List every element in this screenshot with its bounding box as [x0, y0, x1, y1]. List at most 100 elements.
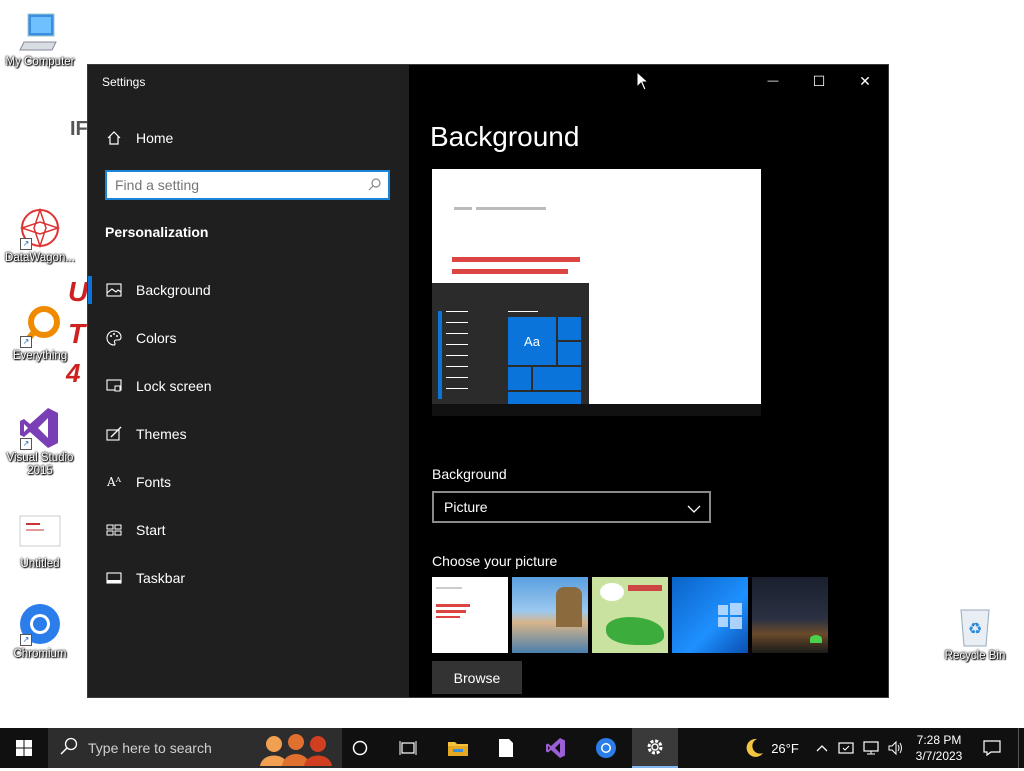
tray-device-icon-button[interactable]: [836, 728, 856, 768]
desktop-icon-my-computer[interactable]: My Computer: [0, 10, 80, 69]
desktop-icon-everything[interactable]: ↗ Everything: [0, 304, 80, 363]
taskbar-search-box[interactable]: Type here to search: [48, 728, 342, 768]
cortana-icon: [352, 740, 368, 756]
taskbar: Type here to search 26°F 7:28 PM 3/7/202…: [0, 728, 1024, 768]
nav-fonts-label: Fonts: [136, 474, 172, 490]
font-icon: Aᴬ: [106, 475, 122, 489]
lock-screen-icon: [105, 377, 123, 395]
taskbar-notepad[interactable]: [486, 728, 526, 768]
browse-button[interactable]: Browse: [432, 661, 522, 694]
picture-thumbnail-2[interactable]: [512, 577, 588, 653]
windows-logo-icon: [16, 740, 32, 756]
desktop-icon-chromium[interactable]: ↗ Chromium: [0, 602, 80, 661]
desktop-icon-untitled[interactable]: Untitled: [0, 512, 80, 571]
nav-start-label: Start: [136, 522, 166, 538]
speaker-icon: [888, 740, 902, 756]
taskbar-visual-studio[interactable]: [536, 728, 576, 768]
notification-icon: [983, 740, 1001, 756]
taskbar-icon: [105, 569, 123, 587]
moon-icon: [746, 738, 764, 757]
mouse-cursor-icon: [636, 70, 650, 96]
settings-sidebar: Settings Home Personalization Background: [88, 65, 409, 697]
nav-taskbar[interactable]: Taskbar: [88, 558, 409, 598]
device-icon: [838, 742, 854, 754]
nav-lock-screen-label: Lock screen: [136, 378, 212, 394]
nav-colors-label: Colors: [136, 330, 177, 346]
dropdown-value: Picture: [444, 499, 488, 515]
nav-themes-label: Themes: [136, 426, 187, 442]
nav-background[interactable]: Background: [88, 270, 409, 310]
window-title: Settings: [102, 75, 146, 89]
preview-wallpaper-text: [454, 207, 574, 211]
shortcut-arrow-icon: ↗: [20, 634, 32, 646]
clock-time: 7:28 PM: [916, 733, 962, 747]
desktop-icon-visual-studio[interactable]: ↗ Visual Studio 2015: [0, 406, 80, 478]
wallpaper-text: IF: [70, 118, 88, 140]
taskbar-search-text: Type here to search: [88, 740, 212, 756]
show-desktop-button[interactable]: [1018, 728, 1024, 768]
shortcut-arrow-icon: ↗: [20, 238, 32, 250]
taskbar-settings[interactable]: [632, 728, 678, 768]
preview-tile-large: Aa: [508, 317, 556, 365]
nav-taskbar-label: Taskbar: [136, 570, 186, 586]
search-box[interactable]: [105, 170, 390, 200]
desktop-icon-recycle-bin[interactable]: ♻ Recycle Bin: [935, 604, 1015, 663]
minimize-button[interactable]: —: [750, 65, 796, 97]
search-highlight-people-icon: [256, 732, 334, 771]
preview-start-menu: Aa: [432, 283, 589, 404]
nav-fonts[interactable]: Aᴬ Fonts: [88, 462, 409, 502]
taskbar-chromium[interactable]: [586, 728, 626, 768]
show-hidden-icons-button[interactable]: [814, 728, 830, 768]
clock-date: 3/7/2023: [915, 749, 963, 763]
picture-thumbnail-1[interactable]: [432, 577, 508, 653]
section-title: Personalization: [105, 224, 209, 240]
taskbar-file-explorer[interactable]: [438, 728, 478, 768]
datawagon-icon: ↗: [18, 206, 62, 250]
picture-thumbnail-4[interactable]: [672, 577, 748, 653]
chevron-up-icon: [816, 745, 828, 752]
weather-temp: 26°F: [771, 740, 799, 756]
palette-icon: [105, 329, 123, 347]
desktop-icon-datawagon[interactable]: ↗ DataWagon...: [0, 206, 80, 265]
start-icon: [105, 521, 123, 539]
network-icon: [863, 741, 879, 755]
volume-button[interactable]: [884, 728, 906, 768]
image-file-icon: [18, 512, 62, 556]
action-center-button[interactable]: [976, 728, 1008, 768]
everything-search-icon: ↗: [18, 304, 62, 348]
task-view-button[interactable]: [388, 728, 428, 768]
preview-taskbar: [432, 404, 761, 416]
preview-red-text: [452, 257, 592, 274]
close-button[interactable]: ✕: [842, 65, 888, 97]
nav-lock-screen[interactable]: Lock screen: [88, 366, 409, 406]
weather-widget[interactable]: 26°F: [736, 728, 806, 768]
clock[interactable]: 7:28 PM 3/7/2023: [908, 728, 970, 768]
chromium-icon: ↗: [18, 602, 62, 646]
background-type-dropdown[interactable]: Picture: [432, 491, 711, 523]
picture-thumbnail-5[interactable]: [752, 577, 828, 653]
search-icon[interactable]: [368, 177, 382, 196]
brush-icon: [105, 425, 123, 443]
picture-thumbnail-3[interactable]: [592, 577, 668, 653]
search-input[interactable]: [107, 172, 363, 198]
task-view-icon: [399, 741, 417, 755]
start-button[interactable]: [0, 728, 48, 768]
cortana-button[interactable]: [342, 728, 378, 768]
background-type-label: Background: [432, 466, 507, 482]
chevron-down-icon: [687, 501, 701, 517]
chromium-icon: [596, 738, 616, 758]
nav-home[interactable]: Home: [88, 118, 409, 158]
nav-themes[interactable]: Themes: [88, 414, 409, 454]
shortcut-arrow-icon: ↗: [20, 336, 32, 348]
search-icon: [60, 737, 78, 760]
maximize-button[interactable]: ☐: [796, 65, 842, 97]
background-preview: Aa: [432, 169, 761, 404]
nav-colors[interactable]: Colors: [88, 318, 409, 358]
svg-text:♻: ♻: [968, 619, 982, 638]
nav-start[interactable]: Start: [88, 510, 409, 550]
choose-picture-label: Choose your picture: [432, 553, 558, 569]
settings-window: Settings Home Personalization Background: [87, 64, 889, 698]
nav-home-label: Home: [136, 130, 174, 146]
network-button[interactable]: [860, 728, 882, 768]
visual-studio-icon: ↗: [18, 406, 62, 450]
